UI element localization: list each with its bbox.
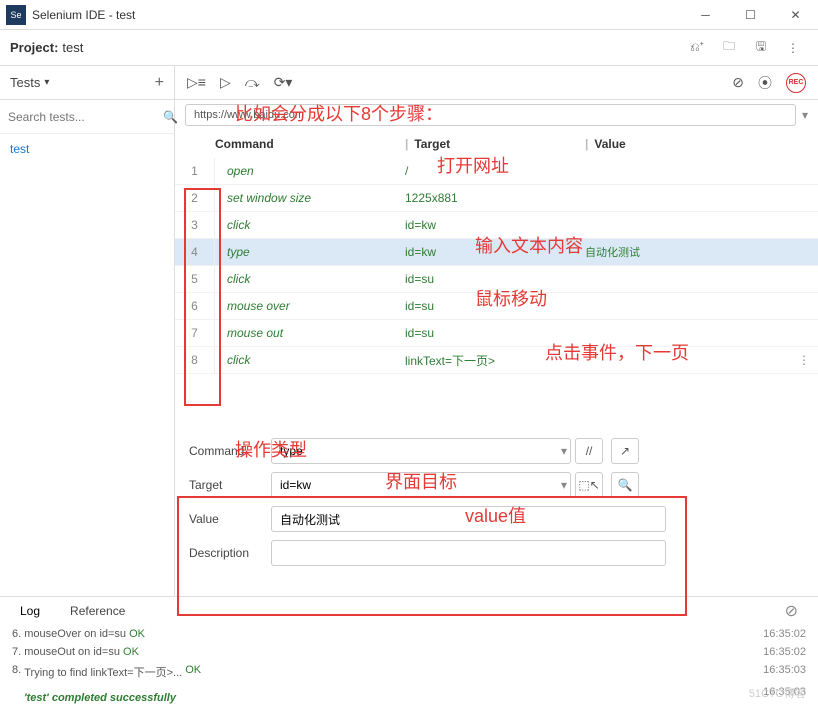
playback-toolbar: ▷≡ ▷ ⤼ ⟳▾ ⊘ ⦿ REC (175, 66, 818, 100)
log-success-line: 'test' completed successfully16:35:03 (0, 683, 818, 713)
sidebar-item-test[interactable]: test (0, 134, 174, 164)
tab-log[interactable]: Log (20, 604, 40, 618)
row-more-icon[interactable]: ⋮ (798, 353, 818, 367)
target-input[interactable] (271, 472, 571, 498)
value-input[interactable] (271, 506, 666, 532)
more-icon[interactable]: ⋮ (784, 39, 802, 57)
window-title: Selenium IDE - test (32, 8, 683, 22)
record-button[interactable]: REC (786, 73, 806, 93)
project-label: Project: (10, 40, 58, 55)
select-target-button[interactable]: ⬚↖ (575, 472, 603, 498)
header-target: Target (414, 137, 450, 151)
sidebar: Tests ▾ + 🔍 test (0, 66, 175, 596)
url-dropdown-icon[interactable]: ▾ (802, 108, 808, 122)
target-label: Target (189, 478, 263, 492)
table-row[interactable]: 7mouse outid=su (175, 320, 818, 347)
command-input[interactable] (271, 438, 571, 464)
header-command: Command (215, 137, 405, 151)
disable-breakpoints-icon[interactable]: ⊘ (732, 74, 744, 91)
watermark: 51CTO博客 (749, 685, 806, 701)
description-label: Description (189, 546, 263, 560)
header-value: Value (594, 137, 625, 151)
tab-reference[interactable]: Reference (70, 604, 125, 618)
value-label: Value (189, 512, 263, 526)
close-button[interactable]: ✕ (773, 0, 818, 30)
content-area: ▷≡ ▷ ⤼ ⟳▾ ⊘ ⦿ REC https://www.baidu.com … (175, 66, 818, 596)
find-target-button[interactable]: 🔍 (611, 472, 639, 498)
search-input[interactable] (8, 110, 163, 124)
table-row[interactable]: 1open/ (175, 158, 818, 185)
new-project-icon[interactable]: ⎌⁺ (688, 39, 706, 57)
step-icon[interactable]: ⤼ (245, 74, 260, 91)
toggle-comment-button[interactable]: // (575, 438, 603, 464)
table-row[interactable]: 8clicklinkText=下一页>⋮ (175, 347, 818, 374)
run-all-icon[interactable]: ▷≡ (187, 74, 206, 91)
caret-down-icon: ▾ (44, 77, 49, 88)
base-url-input[interactable]: https://www.baidu.com (185, 104, 796, 126)
log-line: 8. Trying to find linkText=下一页>... OK16:… (0, 661, 818, 683)
table-row[interactable]: 4typeid=kw自动化测试 (175, 239, 818, 266)
minimize-button[interactable]: ─ (683, 0, 728, 30)
log-line: 6. mouseOver on id=su OK16:35:02 (0, 625, 818, 643)
run-current-icon[interactable]: ▷ (220, 74, 231, 91)
table-row[interactable]: 6mouse overid=su (175, 293, 818, 320)
description-input[interactable] (271, 540, 666, 566)
table-row[interactable]: 2set window size1225x881 (175, 185, 818, 212)
tests-dropdown[interactable]: Tests ▾ + (0, 66, 174, 100)
tests-label: Tests (10, 75, 40, 90)
window-titlebar: Se Selenium IDE - test ─ ☐ ✕ (0, 0, 818, 30)
open-project-icon[interactable]: 🗀 (720, 39, 738, 57)
speed-icon[interactable]: ⟳▾ (274, 74, 293, 91)
command-label: Command (189, 444, 263, 458)
maximize-button[interactable]: ☐ (728, 0, 773, 30)
command-table: Command |Target |Value 1open/ 2set windo… (175, 130, 818, 374)
app-icon: Se (6, 5, 26, 25)
table-row[interactable]: 3clickid=kw (175, 212, 818, 239)
log-line: 7. mouseOut on id=su OK16:35:02 (0, 643, 818, 661)
add-test-button[interactable]: + (155, 74, 164, 92)
project-bar: Project: test ⎌⁺ 🗀 🖫 ⋮ (0, 30, 818, 66)
project-name: test (62, 40, 83, 55)
log-section: Log Reference ⊘ 6. mouseOver on id=su OK… (0, 596, 818, 713)
command-detail-form: Command ▾ // ↗ Target ▾ ⬚↖ 🔍 Value Descr… (175, 424, 818, 576)
clear-log-icon[interactable]: ⊘ (785, 601, 798, 621)
open-new-window-button[interactable]: ↗ (611, 438, 639, 464)
table-row[interactable]: 5clickid=su (175, 266, 818, 293)
pause-on-exception-icon[interactable]: ⦿ (758, 73, 772, 93)
save-project-icon[interactable]: 🖫 (752, 39, 770, 57)
